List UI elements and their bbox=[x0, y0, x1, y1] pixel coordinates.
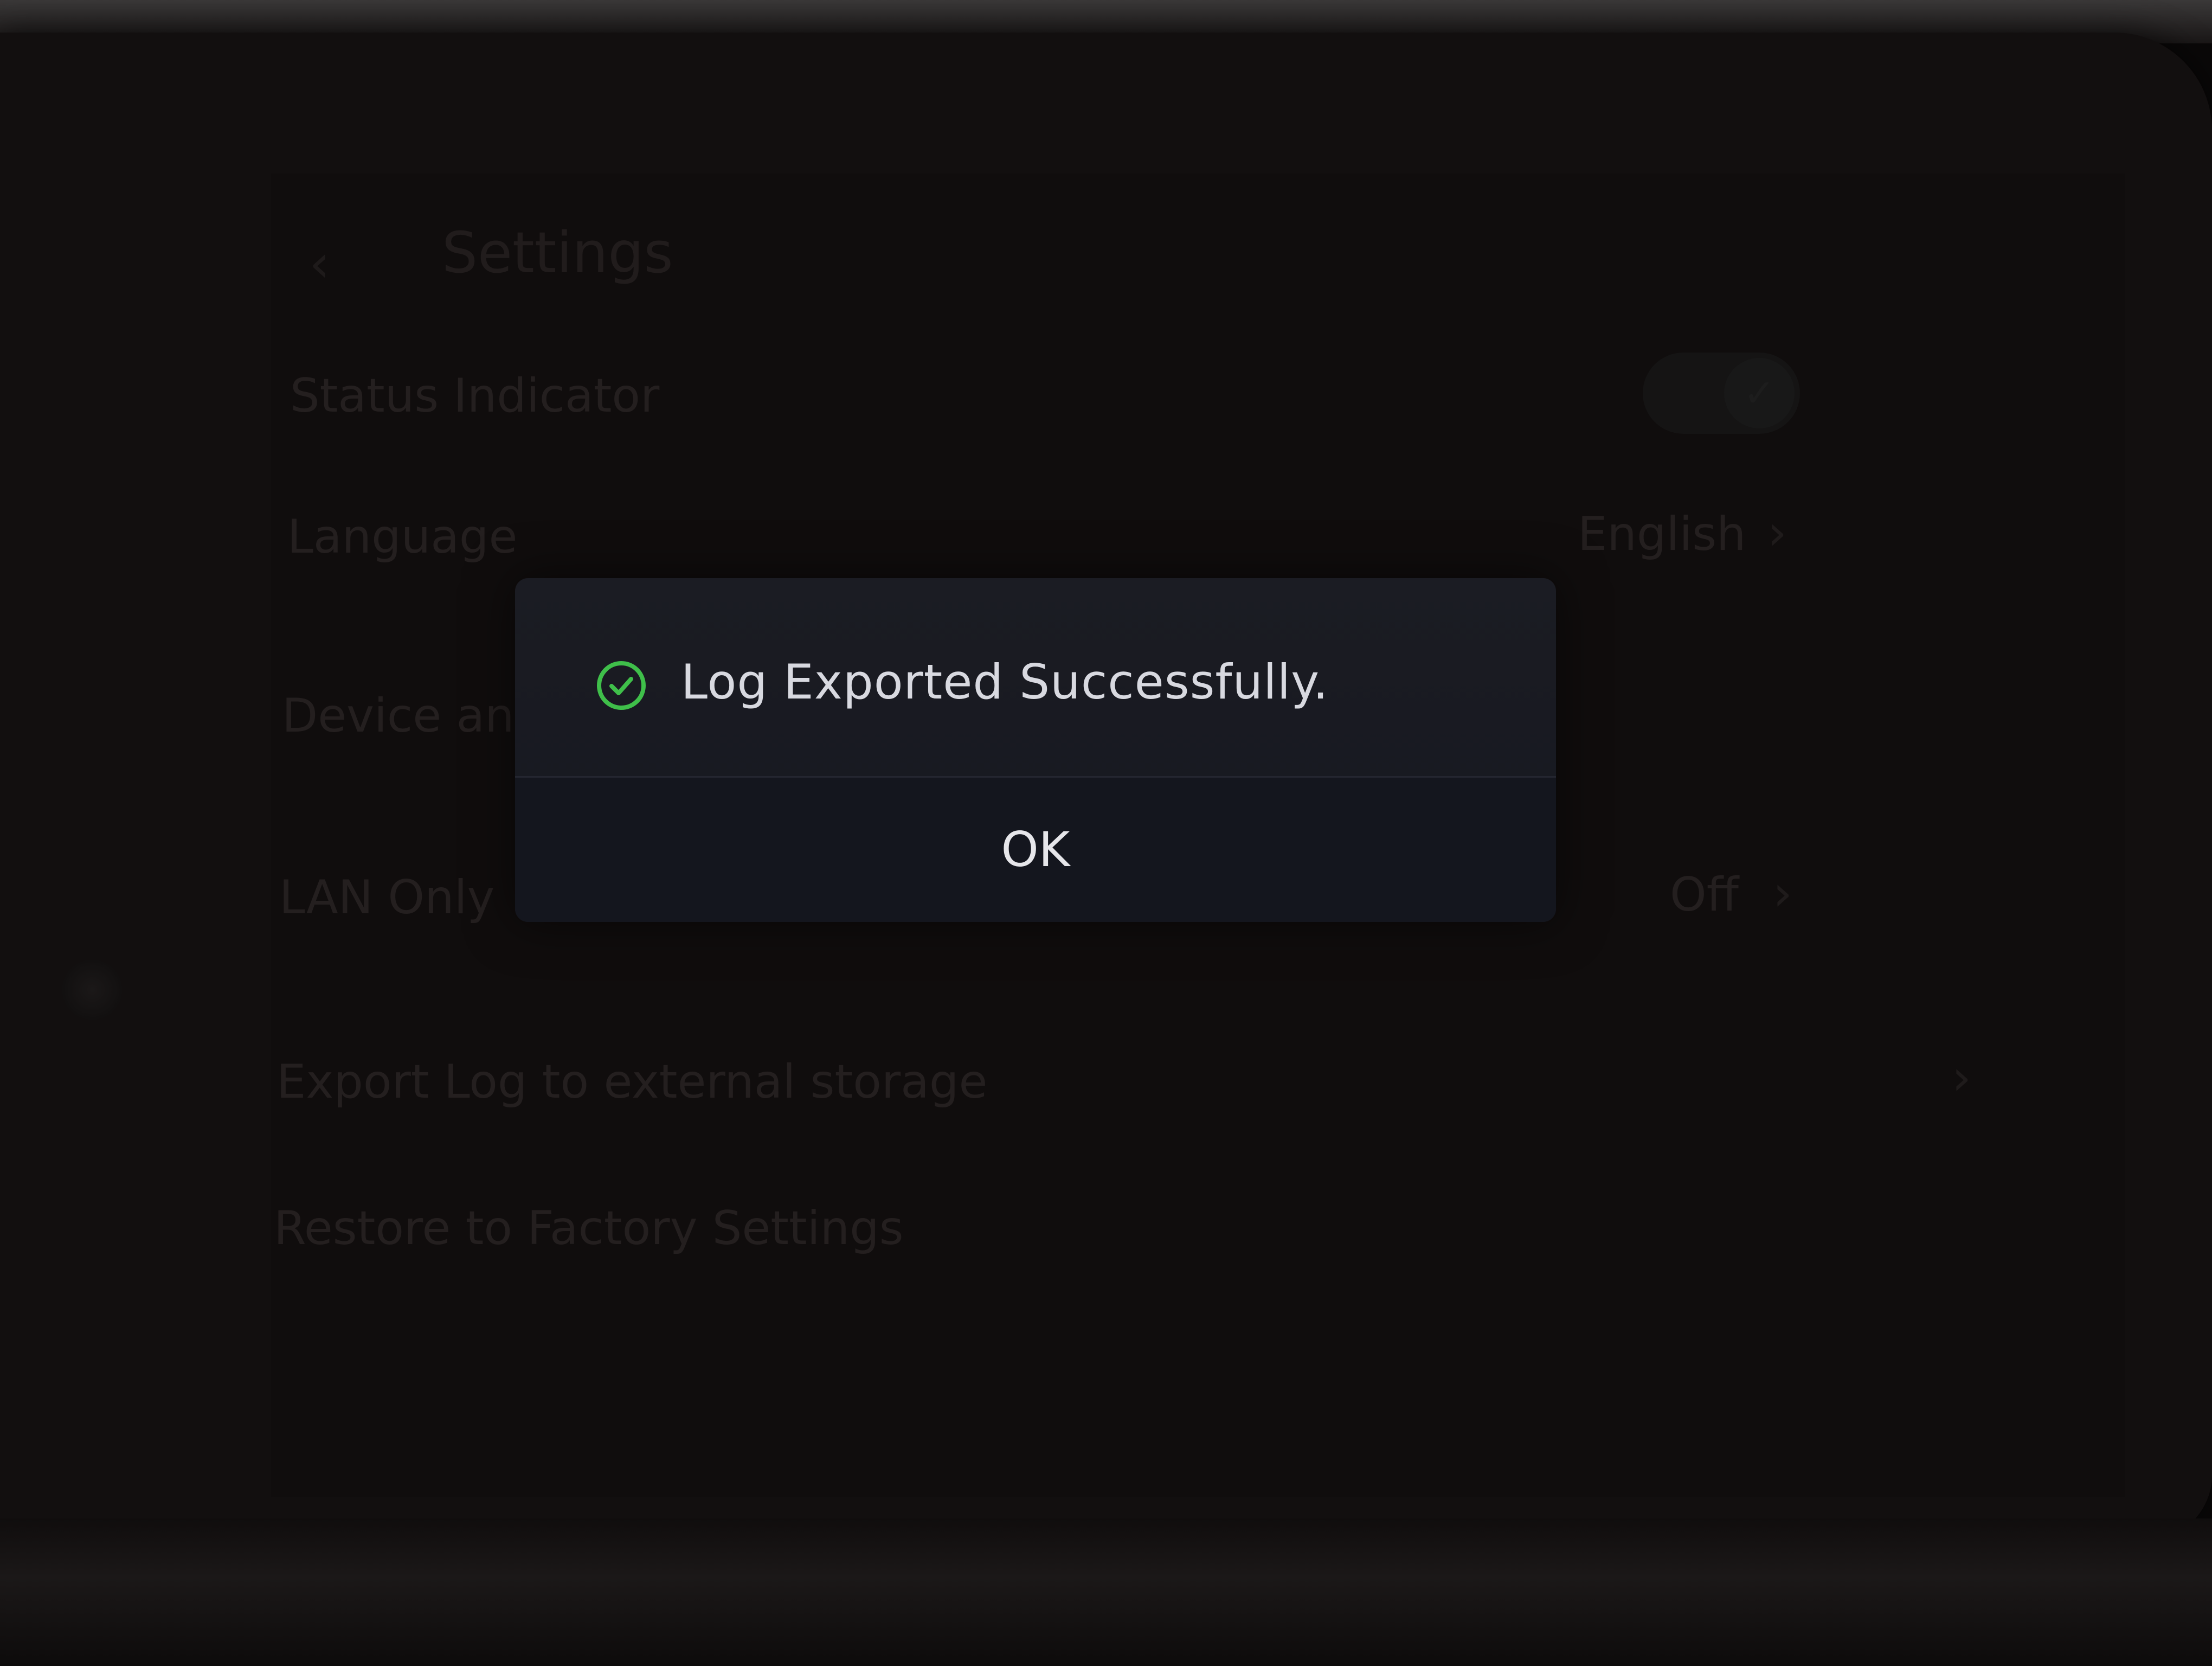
dialog-message-area: Log Exported Successfully. bbox=[515, 578, 1556, 776]
setting-label-language[interactable]: Language bbox=[287, 510, 517, 564]
setting-label-export-log[interactable]: Export Log to external storage bbox=[276, 1055, 987, 1109]
camera-icon bbox=[62, 960, 122, 1020]
setting-value-language: English bbox=[1578, 507, 1746, 561]
setting-label-device-and[interactable]: Device and bbox=[282, 689, 544, 743]
chevron-right-icon: › bbox=[1773, 865, 1792, 922]
surface-below-device bbox=[0, 1518, 2212, 1666]
setting-value-lan-only: Off bbox=[1670, 868, 1739, 922]
dialog-message: Log Exported Successfully. bbox=[681, 654, 1329, 710]
status-indicator-toggle[interactable]: ✓ bbox=[1643, 353, 1800, 434]
log-export-dialog: Log Exported Successfully. OK bbox=[515, 578, 1556, 922]
check-circle-icon bbox=[597, 661, 646, 710]
setting-label-restore-factory[interactable]: Restore to Factory Settings bbox=[274, 1201, 904, 1255]
chevron-left-icon[interactable]: ‹ bbox=[309, 233, 330, 294]
ok-button[interactable]: OK bbox=[515, 778, 1556, 922]
check-icon: ✓ bbox=[1724, 358, 1795, 428]
chevron-right-icon: › bbox=[1952, 1049, 1971, 1106]
setting-label-lan-only[interactable]: LAN Only bbox=[279, 870, 494, 925]
chevron-right-icon: › bbox=[1767, 504, 1787, 561]
page-title: Settings bbox=[442, 220, 673, 286]
setting-label-status-indicator[interactable]: Status Indicator bbox=[290, 369, 659, 423]
